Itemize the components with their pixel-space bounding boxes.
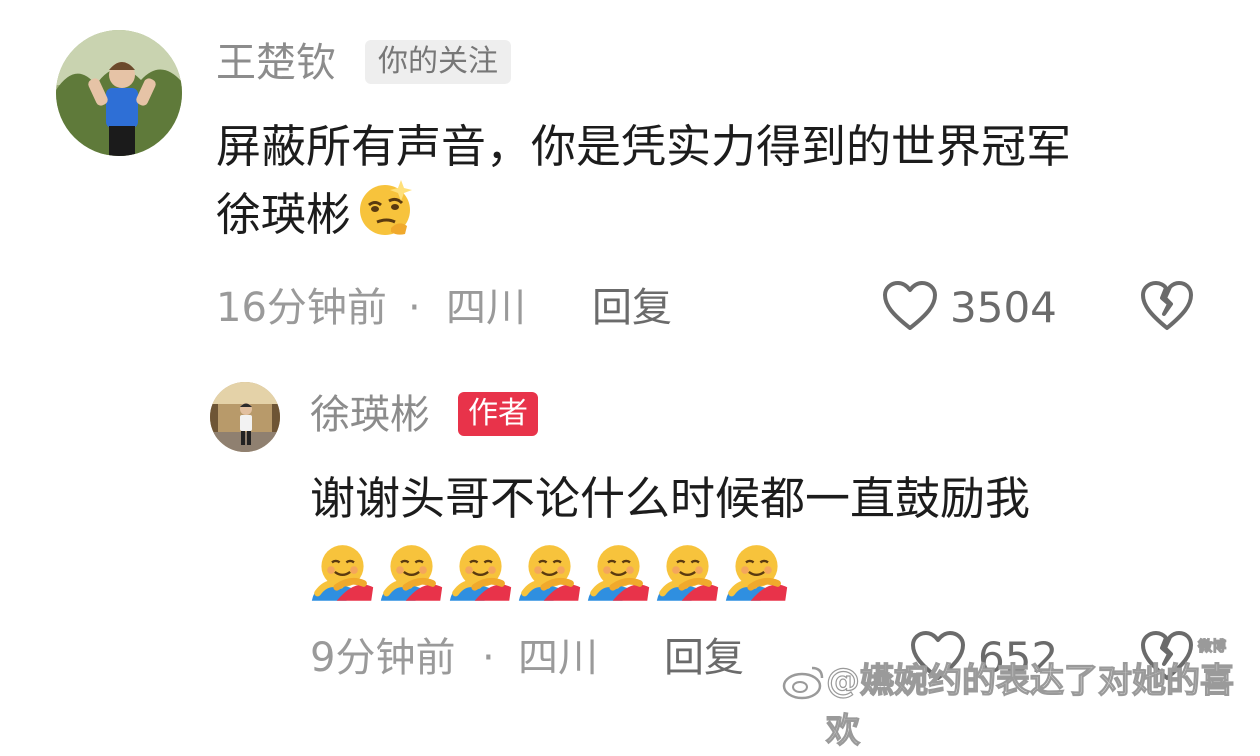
watermark-text: @嬿婉约的表达了对她的喜欢 [825, 660, 1234, 751]
reply-separator: · [482, 635, 495, 681]
reply-emoji-row [308, 538, 791, 608]
comment-separator: · [408, 285, 421, 331]
hugging-face-icon [653, 538, 722, 608]
following-tag: 你的关注 [365, 40, 511, 84]
reply-location: 四川 [518, 635, 598, 681]
heart-icon[interactable] [882, 280, 938, 336]
watermark-small-text: 微博 [1197, 638, 1226, 655]
hugging-face-icon [377, 538, 446, 608]
comment-reply-button[interactable]: 回复 [592, 280, 672, 336]
reply-reply-button[interactable]: 回复 [664, 630, 744, 686]
hugging-face-icon [584, 538, 653, 608]
reply-time: 9分钟前 [310, 635, 456, 681]
comment-text-line2: 徐瑛彬 [216, 188, 352, 241]
comment-location: 四川 [446, 285, 526, 331]
hugging-face-icon [515, 538, 584, 608]
hugging-face-icon [722, 538, 791, 608]
commenter-avatar[interactable] [56, 30, 182, 156]
reply-username[interactable]: 徐瑛彬 [310, 390, 430, 440]
comment-text-line1: 屏蔽所有声音，你是凭实力得到的世界冠军 [216, 120, 1072, 173]
comment-like-count: 3504 [950, 283, 1057, 332]
hugging-face-icon [446, 538, 515, 608]
smirk-thinking-emoji-icon [355, 176, 419, 254]
comment-time: 16分钟前 [216, 285, 387, 331]
reply-text: 谢谢头哥不论什么时候都一直鼓励我 [310, 472, 1031, 525]
reply-author-avatar[interactable] [210, 382, 280, 452]
broken-heart-icon[interactable] [1140, 280, 1194, 336]
commenter-username[interactable]: 王楚钦 [216, 38, 336, 88]
comment-text: 屏蔽所有声音，你是凭实力得到的世界冠军 徐瑛彬 [216, 118, 1071, 254]
weibo-logo-icon [782, 664, 826, 704]
hugging-face-icon [308, 538, 377, 608]
author-tag: 作者 [458, 392, 538, 436]
